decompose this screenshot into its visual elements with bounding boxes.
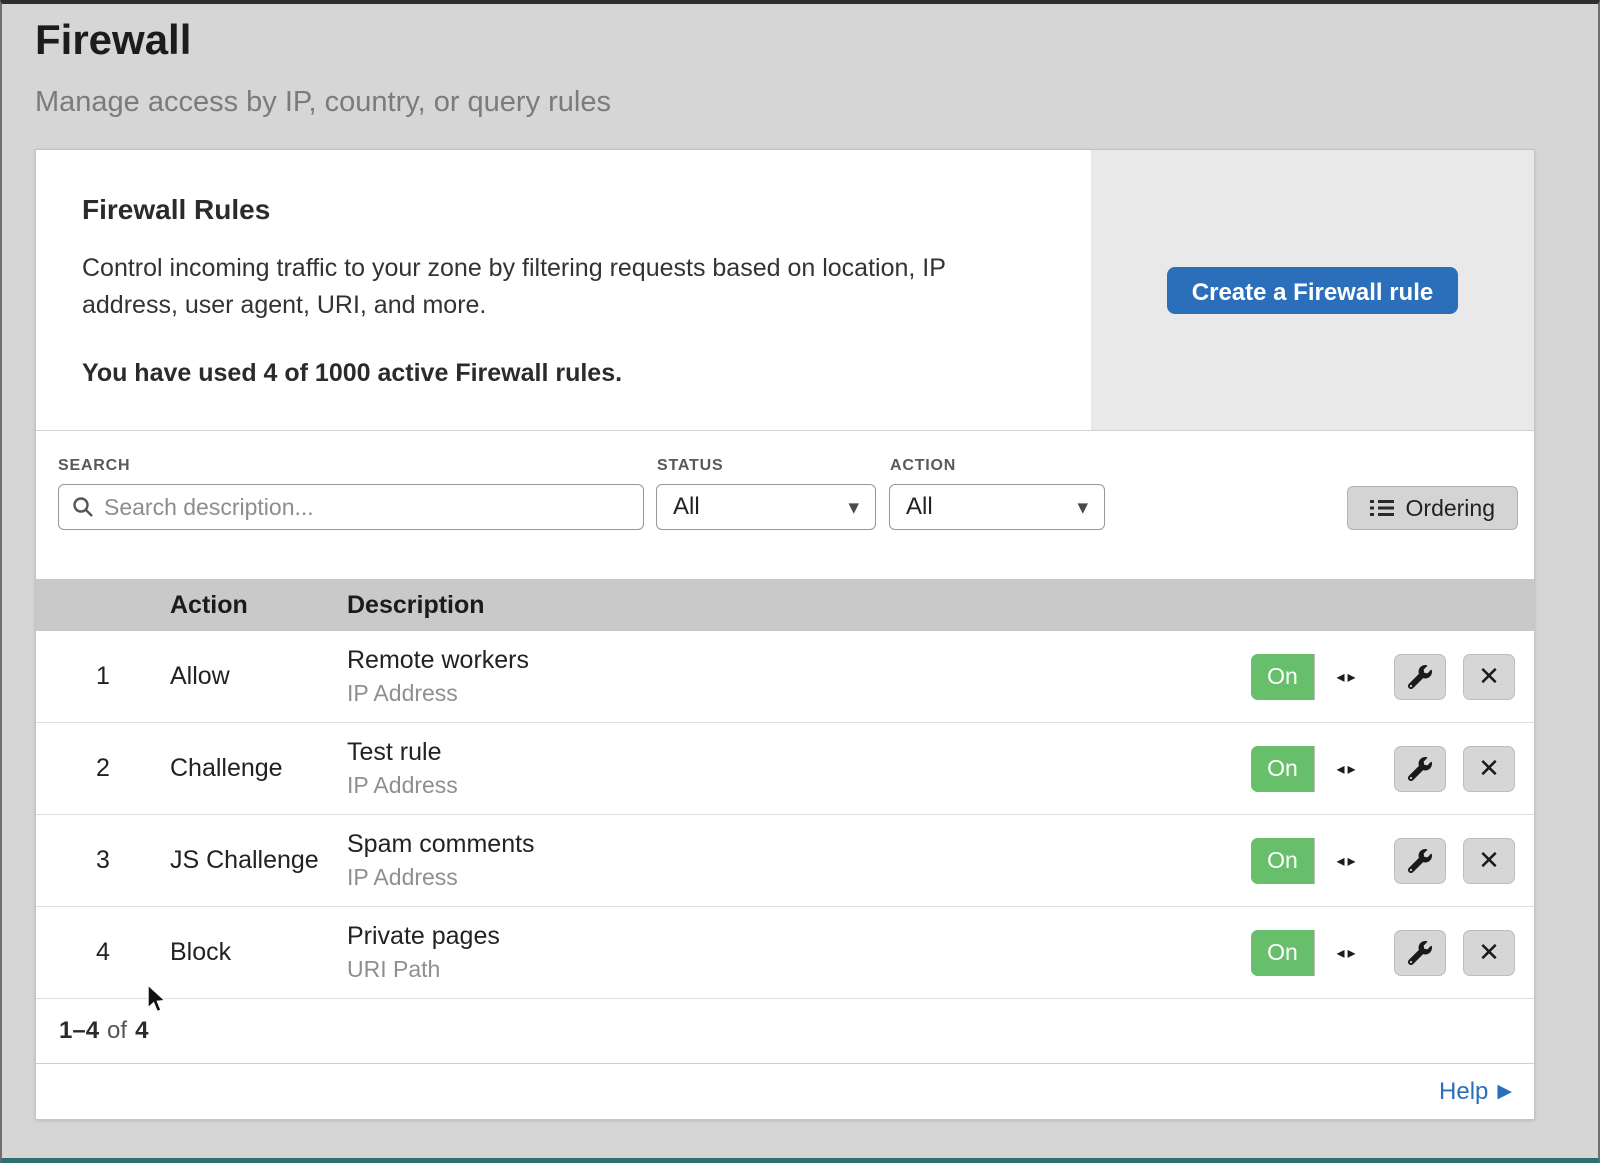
toggle-handle-arrows-icon: ◂▸ [1314, 838, 1377, 884]
rule-action: Allow [170, 662, 347, 691]
wrench-icon [1408, 757, 1432, 781]
delete-rule-button[interactable]: ✕ [1463, 838, 1515, 884]
pagination-total: 4 [135, 1017, 148, 1045]
toggle-on-label: On [1251, 746, 1314, 792]
wrench-icon [1408, 941, 1432, 965]
table-row: 2 Challenge Test rule IP Address On ◂▸ ✕ [36, 723, 1534, 815]
rule-field-type: URI Path [347, 956, 1244, 983]
toggle-on-label: On [1251, 654, 1314, 700]
card-intro-text: Firewall Rules Control incoming traffic … [36, 150, 1091, 430]
status-filter-group: STATUS All ▾ [644, 457, 876, 530]
rule-index: 1 [36, 662, 170, 691]
page-title: Firewall [35, 16, 1565, 64]
help-arrow-icon: ▶ [1497, 1080, 1512, 1103]
chevron-down-icon: ▾ [848, 495, 859, 520]
rule-index: 2 [36, 754, 170, 783]
close-icon: ✕ [1478, 754, 1500, 784]
rule-description-cell: Private pages URI Path [347, 922, 1244, 983]
table-row: 4 Block Private pages URI Path On ◂▸ ✕ [36, 907, 1534, 999]
action-select[interactable]: All ▾ [889, 484, 1105, 530]
rule-field-type: IP Address [347, 772, 1244, 799]
table-header: Action Description [36, 579, 1534, 631]
help-link-label: Help [1439, 1078, 1488, 1106]
edit-rule-button[interactable] [1394, 930, 1446, 976]
search-box[interactable] [58, 484, 644, 530]
pagination-of: of [107, 1017, 127, 1045]
rule-description: Remote workers [347, 646, 1244, 675]
close-icon: ✕ [1478, 662, 1500, 692]
edit-rule-button[interactable] [1394, 838, 1446, 884]
rule-enabled-toggle[interactable]: On ◂▸ [1251, 930, 1377, 976]
page-subtitle: Manage access by IP, country, or query r… [35, 86, 1565, 119]
card-intro-side-panel: Create a Firewall rule [1091, 150, 1534, 430]
ordering-list-icon [1370, 498, 1394, 518]
card-footer: Help ▶ [36, 1063, 1534, 1119]
delete-rule-button[interactable]: ✕ [1463, 654, 1515, 700]
wrench-icon [1408, 849, 1432, 873]
rule-description-cell: Spam comments IP Address [347, 830, 1244, 891]
edit-rule-button[interactable] [1394, 746, 1446, 792]
action-select-value: All [906, 493, 933, 521]
rule-field-type: IP Address [347, 864, 1244, 891]
search-filter-group: SEARCH [58, 457, 644, 530]
search-icon [71, 495, 95, 519]
rule-description: Spam comments [347, 830, 1244, 859]
table-header-description: Description [347, 591, 1244, 620]
rule-action: Block [170, 938, 347, 967]
status-select-value: All [673, 493, 700, 521]
firewall-rules-card: Firewall Rules Control incoming traffic … [35, 149, 1535, 1120]
rule-action: Challenge [170, 754, 347, 783]
rule-enabled-toggle[interactable]: On ◂▸ [1251, 746, 1377, 792]
rule-description-cell: Test rule IP Address [347, 738, 1244, 799]
toggle-handle-arrows-icon: ◂▸ [1314, 930, 1377, 976]
filters-bar: SEARCH STATUS All ▾ [36, 431, 1534, 579]
toggle-on-label: On [1251, 930, 1314, 976]
edit-rule-button[interactable] [1394, 654, 1446, 700]
rule-enabled-toggle[interactable]: On ◂▸ [1251, 654, 1377, 700]
action-label: ACTION [890, 457, 1105, 475]
rule-controls: On ◂▸ ✕ [1244, 746, 1534, 792]
rule-field-type: IP Address [347, 680, 1244, 707]
chevron-down-icon: ▾ [1077, 495, 1088, 520]
rule-controls: On ◂▸ ✕ [1244, 654, 1534, 700]
action-filter-group: ACTION All ▾ [876, 457, 1105, 530]
rule-description: Test rule [347, 738, 1244, 767]
ordering-button-label: Ordering [1406, 495, 1495, 522]
rule-description-cell: Remote workers IP Address [347, 646, 1244, 707]
search-label: SEARCH [58, 457, 644, 475]
rule-description: Private pages [347, 922, 1244, 951]
status-label: STATUS [657, 457, 876, 475]
card-intro-section: Firewall Rules Control incoming traffic … [36, 150, 1534, 431]
rule-enabled-toggle[interactable]: On ◂▸ [1251, 838, 1377, 884]
pagination: 1–4 of 4 [36, 999, 1534, 1063]
close-icon: ✕ [1478, 846, 1500, 876]
table-header-action: Action [170, 591, 347, 620]
rule-index: 4 [36, 938, 170, 967]
intro-usage: You have used 4 of 1000 active Firewall … [82, 359, 1043, 388]
table-row: 3 JS Challenge Spam comments IP Address … [36, 815, 1534, 907]
close-icon: ✕ [1478, 938, 1500, 968]
status-select[interactable]: All ▾ [656, 484, 876, 530]
toggle-handle-arrows-icon: ◂▸ [1314, 654, 1377, 700]
toggle-on-label: On [1251, 838, 1314, 884]
rule-index: 3 [36, 846, 170, 875]
rule-action: JS Challenge [170, 846, 347, 875]
intro-description: Control incoming traffic to your zone by… [82, 250, 1027, 323]
rule-controls: On ◂▸ ✕ [1244, 838, 1534, 884]
page: Firewall Manage access by IP, country, o… [2, 4, 1598, 1120]
toggle-handle-arrows-icon: ◂▸ [1314, 746, 1377, 792]
rule-controls: On ◂▸ ✕ [1244, 930, 1534, 976]
pagination-range: 1–4 [59, 1017, 99, 1045]
delete-rule-button[interactable]: ✕ [1463, 746, 1515, 792]
table-row: 1 Allow Remote workers IP Address On ◂▸ … [36, 631, 1534, 723]
search-input[interactable] [104, 494, 631, 521]
intro-heading: Firewall Rules [82, 194, 1043, 226]
ordering-button[interactable]: Ordering [1347, 486, 1518, 530]
create-firewall-rule-button[interactable]: Create a Firewall rule [1167, 267, 1458, 314]
help-link[interactable]: Help ▶ [1439, 1078, 1512, 1106]
delete-rule-button[interactable]: ✕ [1463, 930, 1515, 976]
wrench-icon [1408, 665, 1432, 689]
